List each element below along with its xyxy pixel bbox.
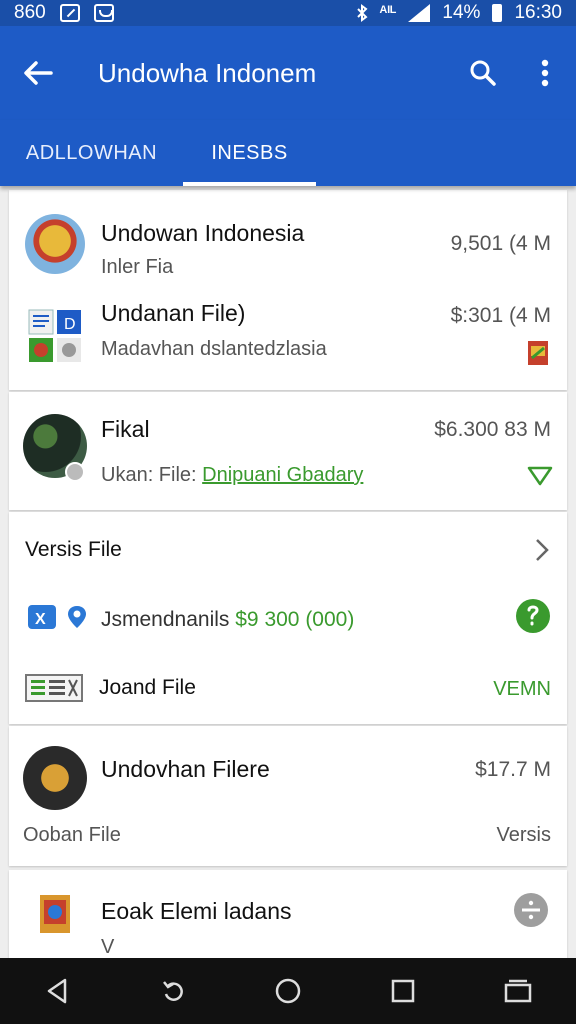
nav-square-button[interactable] (373, 961, 433, 1021)
system-nav-bar (0, 958, 576, 1024)
download-link[interactable]: Dnipuani Gbadary (202, 464, 363, 486)
file-list: Undowan Indonesia Inler Fia 9,501 (4 M D… (0, 186, 576, 958)
list-item[interactable]: Joand File VEMN (9, 656, 567, 724)
battery-percent: 14% (442, 2, 481, 23)
list-item[interactable]: Eoak Elemi ladans V (9, 870, 567, 958)
search-icon (470, 60, 496, 86)
nav-back-icon (47, 978, 66, 1004)
item-text-prefix: Jsmendnanils (101, 608, 230, 631)
clock: 16:30 (514, 2, 562, 23)
more-vert-icon (541, 59, 549, 87)
emblem-avatar (23, 746, 87, 810)
list-item[interactable]: Undovhan Filere $17.7 M (9, 726, 567, 810)
card-downloads: Undowan Indonesia Inler Fia 9,501 (4 M D… (9, 190, 567, 390)
item-title: Undowan Indonesia (101, 220, 305, 246)
excel-location-icon: X (27, 602, 89, 632)
document-list-icon (25, 674, 83, 702)
item-subtitle: Ukan: File: Dnipuani Gbadary (101, 464, 363, 487)
footer-left-text: Ooban File (23, 824, 121, 846)
divide-action-icon[interactable] (513, 892, 549, 928)
svg-text:D: D (64, 316, 76, 333)
status-left-text: 860 (14, 2, 46, 23)
bluetooth-icon (356, 4, 368, 22)
status-mini-icon (65, 462, 85, 482)
more-options-button[interactable] (514, 26, 576, 120)
emblem-avatar (25, 214, 85, 274)
rotate-icon (162, 981, 183, 1001)
card-fikal: Fikal Ukan: File: Dnipuani Gbadary $6.30… (9, 392, 567, 510)
list-item[interactable]: X Jsmendnanils $9 300 (000) (9, 588, 567, 656)
network-type-text: ᴬᴵᴸ (379, 4, 397, 21)
view-action[interactable]: VEMN (493, 678, 551, 701)
book-badge-icon (527, 340, 549, 366)
item-price: $9 300 (000) (235, 608, 355, 631)
green-action-icon[interactable] (515, 598, 551, 634)
item-size: $:301 (4 M (450, 304, 551, 327)
item-title: Undovhan Filere (101, 756, 270, 782)
item-subtitle-cut: V (101, 936, 115, 958)
card-undovhan: Undovhan Filere $17.7 M Ooban File Versi… (9, 726, 567, 866)
file-app-icon: D (27, 308, 83, 362)
signal-icon (408, 4, 431, 22)
item-title: Joand File (99, 676, 196, 699)
tab-adllowhan[interactable]: ADLLOWHAN (0, 120, 183, 186)
item-title: Fikal (101, 416, 150, 442)
item-subtitle: Madavhan dslantedzlasia (101, 338, 327, 360)
tab-bar: ADLLOWHAN INESBS (0, 120, 576, 186)
tab-inesbs[interactable]: INESBS (183, 120, 316, 186)
square-icon (391, 979, 415, 1003)
card-versions: Versis File X Jsmendnanils $9 300 (000) … (9, 512, 567, 724)
item-size: $17.7 M (475, 758, 551, 781)
nav-overview-button[interactable] (488, 961, 548, 1021)
status-bar: 860 ᴬᴵᴸ 14% 16:30 (0, 0, 576, 26)
item-title: Undanan File) (101, 300, 246, 326)
versions-header[interactable]: Versis File (9, 512, 567, 588)
svg-text:X: X (35, 611, 46, 628)
arrow-left-icon (24, 61, 53, 85)
overview-icon (505, 979, 532, 1003)
chevron-right-icon (535, 538, 549, 562)
app-bar: Undowha Indonem (0, 26, 576, 120)
subtitle-prefix: Ukan: File: (101, 464, 197, 486)
back-button[interactable] (0, 26, 76, 120)
message-notification-icon (93, 4, 114, 22)
list-item[interactable]: Fikal Ukan: File: Dnipuani Gbadary $6.30… (9, 392, 567, 510)
card-eoak: Eoak Elemi ladans V (9, 870, 567, 958)
battery-icon (492, 4, 503, 22)
page-title: Undowha Indonem (98, 57, 317, 88)
edit-notification-icon (59, 4, 80, 22)
item-size: 9,501 (4 M (450, 232, 551, 255)
home-circle-icon (275, 978, 301, 1004)
list-item[interactable]: Undowan Indonesia Inler Fia 9,501 (4 M (9, 190, 567, 286)
book-icon (39, 894, 71, 934)
nav-home-button[interactable] (258, 961, 318, 1021)
list-item[interactable]: D Undanan File) Madavhan dslantedzlasia … (9, 286, 567, 390)
item-text: Jsmendnanils $9 300 (000) (101, 608, 354, 632)
item-size: $6.300 83 M (434, 418, 551, 441)
footer-right-text[interactable]: Versis (497, 824, 551, 847)
card-footer: Ooban File Versis (9, 810, 567, 866)
section-header: Versis File (25, 538, 122, 561)
nav-rotate-button[interactable] (143, 961, 203, 1021)
item-title: Eoak Elemi ladans (101, 898, 292, 924)
download-triangle-icon[interactable] (527, 466, 553, 486)
nav-back-button[interactable] (28, 961, 88, 1021)
search-button[interactable] (452, 26, 514, 120)
item-subtitle: Inler Fia (101, 256, 174, 278)
